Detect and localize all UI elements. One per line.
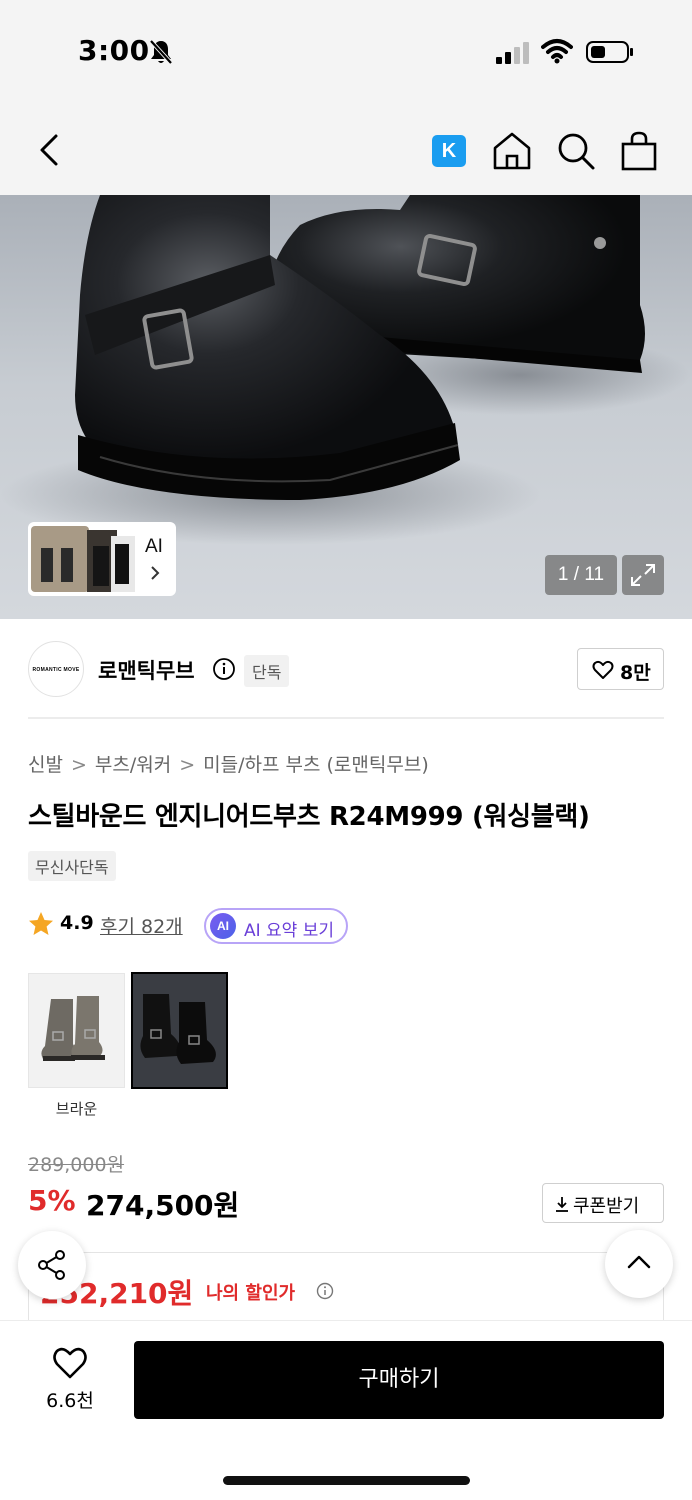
brand-like-count: 8만 bbox=[620, 662, 651, 684]
color-option-washed-black[interactable] bbox=[131, 972, 228, 1089]
coupon-label: 쿠폰받기 bbox=[573, 1196, 640, 1217]
product-title: 스틸바운드 엔지니어드부츠 R24M999 (워싱블랙) bbox=[28, 802, 590, 832]
info-icon[interactable] bbox=[212, 657, 236, 681]
breadcrumb-separator: > bbox=[179, 754, 196, 776]
sale-price: 274,500원 bbox=[86, 1189, 240, 1222]
bell-muted-icon bbox=[149, 39, 173, 65]
wifi-icon bbox=[541, 39, 573, 64]
brand-name[interactable]: 로맨틱무브 bbox=[98, 655, 195, 685]
status-bar: 3:00 bbox=[0, 0, 692, 100]
rating-row: 4.9 후기 82개 AI AI 요약 보기 bbox=[28, 908, 428, 944]
original-price: 289,000원 bbox=[28, 1154, 125, 1176]
my-discount-label: 나의 할인가 bbox=[206, 1283, 296, 1304]
download-icon bbox=[556, 1197, 568, 1212]
brand-like-button[interactable]: 8만 bbox=[577, 648, 664, 690]
share-icon bbox=[38, 1250, 65, 1280]
reviews-link[interactable]: 후기 82개 bbox=[100, 912, 183, 939]
ai-summary-button[interactable]: AI AI 요약 보기 bbox=[204, 908, 348, 944]
kakao-badge[interactable]: K bbox=[432, 135, 466, 167]
breadcrumb-separator: > bbox=[70, 754, 87, 776]
expand-icon bbox=[631, 564, 655, 586]
product-hero-image[interactable]: AI 1 / 11 bbox=[0, 195, 692, 619]
heart-icon bbox=[592, 660, 614, 679]
breadcrumb: 신발 > 부츠/워커 > 미들/하프 부츠 (로맨틱무브) bbox=[28, 750, 429, 777]
color-option-brown[interactable] bbox=[28, 973, 125, 1088]
chevron-right-icon bbox=[151, 566, 160, 580]
star-icon bbox=[29, 912, 53, 935]
buy-button[interactable]: 구매하기 bbox=[134, 1341, 664, 1419]
color-option-label: 브라운 bbox=[55, 1100, 98, 1118]
breadcrumb-item-shoes[interactable]: 신발 bbox=[28, 754, 63, 776]
shopping-bag-icon[interactable] bbox=[619, 130, 659, 172]
musinsa-exclusive-tag: 무신사단독 bbox=[28, 851, 116, 881]
ai-summary-label: AI 요약 보기 bbox=[244, 921, 335, 941]
ai-styling-thumbnail[interactable]: AI bbox=[28, 522, 176, 596]
brand-exclusive-tag: 단독 bbox=[244, 655, 290, 687]
rating-value: 4.9 bbox=[60, 912, 94, 934]
heart-icon bbox=[53, 1347, 87, 1379]
ai-label: AI bbox=[145, 536, 163, 557]
breadcrumb-item-boots[interactable]: 부츠/워커 bbox=[95, 754, 171, 776]
wishlist-count: 6.6천 bbox=[46, 1390, 94, 1412]
home-icon[interactable] bbox=[491, 130, 533, 172]
coupon-button[interactable]: 쿠폰받기 bbox=[542, 1183, 664, 1223]
black-boots-thumbnail bbox=[133, 974, 226, 1087]
divider bbox=[28, 717, 664, 719]
info-icon[interactable] bbox=[316, 1282, 334, 1300]
home-indicator bbox=[223, 1476, 470, 1485]
ai-badge-icon: AI bbox=[210, 913, 236, 939]
signal-icon bbox=[496, 42, 529, 64]
top-nav: K bbox=[0, 100, 692, 195]
discount-rate: 5% bbox=[28, 1184, 76, 1217]
brown-boots-thumbnail bbox=[41, 996, 105, 1061]
wishlist-button[interactable]: 6.6천 bbox=[40, 1346, 102, 1416]
battery-icon bbox=[586, 41, 633, 63]
chevron-up-icon bbox=[627, 1255, 651, 1269]
expand-button[interactable] bbox=[622, 555, 664, 595]
status-time: 3:00 bbox=[78, 34, 150, 67]
share-button[interactable] bbox=[18, 1231, 86, 1299]
back-icon[interactable] bbox=[30, 130, 70, 170]
breadcrumb-item-middle-boots[interactable]: 미들/하프 부츠 (로맨틱무브) bbox=[203, 754, 429, 776]
search-icon[interactable] bbox=[555, 130, 597, 172]
scroll-top-button[interactable] bbox=[605, 1230, 673, 1298]
ai-thumbnail-image bbox=[31, 526, 135, 592]
brand-logo[interactable]: ROMANTIC MOVE bbox=[28, 641, 84, 697]
image-counter: 1 / 11 bbox=[545, 555, 617, 595]
